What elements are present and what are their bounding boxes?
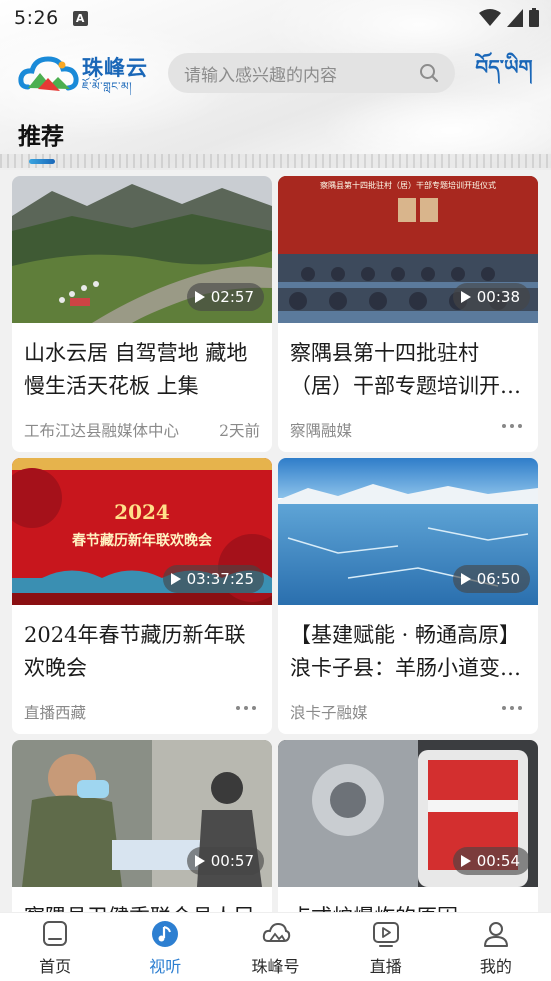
cloud-logo-icon [18, 56, 79, 91]
duration-text: 00:54 [476, 852, 520, 870]
play-icon [170, 573, 181, 585]
video-card[interactable]: 察隅县第十四批驻村（居）干部专题培训开班仪式 00:38 察隅县第十四批驻村（居… [278, 176, 538, 452]
music-note-icon [152, 921, 179, 947]
duration-text: 00:38 [476, 288, 520, 306]
thumbnail-banner-text: 察隅县第十四批驻村（居）干部专题培训开班仪式 [320, 181, 496, 190]
video-duration-badge: 06:50 [452, 565, 530, 593]
video-duration-badge: 02:57 [186, 283, 264, 311]
nav-label-listen: 视听 [149, 957, 182, 976]
decorative-pattern-divider [0, 154, 551, 168]
video-feed[interactable]: 02:57 山水云居 自驾营地 藏地慢生活天花板 上集 工布江达县融媒体中心 2… [0, 170, 551, 912]
live-play-icon [372, 922, 399, 947]
play-icon [194, 291, 205, 303]
video-thumbnail-medical[interactable]: 00:57 [12, 740, 272, 887]
wifi-icon [479, 8, 501, 26]
duration-text: 06:50 [476, 570, 520, 588]
logo-tibetan-text: ཇོ་མོ་གླང་མ། [82, 80, 133, 93]
more-options-icon[interactable] [236, 701, 260, 715]
nav-mine[interactable]: 我的 [441, 913, 551, 981]
status-bar: 5:26 A [0, 0, 551, 36]
section-title-recommend[interactable]: 推荐 [18, 117, 64, 151]
more-options-icon[interactable] [502, 701, 526, 715]
nav-label-live: 直播 [369, 957, 402, 976]
cloud-icon [262, 922, 290, 942]
duration-text: 00:57 [210, 852, 254, 870]
more-options-icon[interactable] [502, 419, 526, 433]
video-thumbnail-festival[interactable]: 2024 春节藏历新年联欢晚会 03:37:25 [12, 458, 272, 605]
video-source: 工布江达县融媒体中心 [24, 422, 180, 440]
duration-text: 03:37:25 [186, 570, 254, 588]
cellular-signal-icon [507, 8, 523, 27]
video-source: 浪卡子融媒 [290, 704, 368, 722]
video-duration-badge: 00:54 [452, 847, 530, 875]
video-source: 直播西藏 [24, 704, 87, 722]
video-meta: 浪卡子融媒 [278, 689, 538, 734]
video-time: 2天前 [219, 422, 260, 440]
search-bar[interactable]: 请输入感兴趣的内容 [168, 53, 455, 93]
video-card[interactable]: 00:57 察隅县卫健委联合县人民医院开展义诊活动 [12, 740, 272, 912]
play-icon [460, 573, 471, 585]
search-icon[interactable] [419, 63, 439, 83]
video-title[interactable]: 察隅县第十四批驻村（居）干部专题培训开班仪式 [278, 323, 538, 407]
poster-event-text: 春节藏历新年联欢晚会 [72, 533, 212, 549]
video-card[interactable]: 02:57 山水云居 自驾营地 藏地慢生活天花板 上集 工布江达县融媒体中心 2… [12, 176, 272, 452]
video-duration-badge: 00:38 [452, 283, 530, 311]
video-card[interactable]: 00:54 点式炉爆炸的原因 [278, 740, 538, 912]
app-logo[interactable]: 珠峰云 ཇོ་མོ་གླང་མ། [18, 50, 158, 100]
play-icon [194, 855, 205, 867]
logo-chinese-text: 珠峰云 [82, 56, 148, 80]
video-duration-badge: 03:37:25 [162, 565, 264, 593]
search-placeholder[interactable]: 请输入感兴趣的内容 [184, 61, 419, 86]
nav-label-home: 首页 [39, 957, 72, 976]
nav-listen[interactable]: 视听 [110, 913, 220, 981]
notification-icon: A [72, 10, 88, 26]
video-card[interactable]: 06:50 【基建赋能 · 畅通高原】浪卡子县：羊肠小道变坦途 浪卡子融媒 [278, 458, 538, 734]
home-icon [43, 921, 68, 946]
video-title[interactable]: 2024年春节藏历新年联欢晚会 [12, 605, 272, 689]
app-header: 5:26 A 珠峰云 ཇོ་མོ་གླང་མ། 请输入感兴趣的内容 བོད་ཡི… [0, 0, 551, 170]
video-meta: 直播西藏 [12, 689, 272, 734]
video-meta: 察隅融媒 [278, 407, 538, 452]
status-time: 5:26 [14, 7, 59, 29]
bottom-navigation: 首页 视听 珠峰号 直播 我的 [0, 912, 551, 981]
nav-zhufeng[interactable]: 珠峰号 [220, 913, 330, 981]
nav-label-mine: 我的 [479, 957, 512, 976]
nav-live[interactable]: 直播 [331, 913, 441, 981]
play-icon [460, 855, 471, 867]
user-icon [483, 922, 508, 947]
video-thumbnail-engine[interactable]: 00:54 [278, 740, 538, 887]
video-title[interactable]: 【基建赋能 · 畅通高原】浪卡子县：羊肠小道变坦途 [278, 605, 538, 689]
video-title[interactable]: 察隅县卫健委联合县人民医院开展义诊活动 [12, 887, 272, 912]
battery-icon [529, 8, 539, 27]
section-title-indicator [29, 159, 55, 164]
video-thumbnail-mountain-river[interactable]: 02:57 [12, 176, 272, 323]
video-card[interactable]: 2024 春节藏历新年联欢晚会 03:37:25 2024年春节藏历新年联欢晚会… [12, 458, 272, 734]
nav-label-zhufeng: 珠峰号 [251, 957, 300, 976]
nav-home[interactable]: 首页 [0, 913, 110, 981]
video-thumbnail-frozen-lake[interactable]: 06:50 [278, 458, 538, 605]
video-source: 察隅融媒 [290, 422, 353, 440]
video-duration-badge: 00:57 [186, 847, 264, 875]
video-thumbnail-conference[interactable]: 察隅县第十四批驻村（居）干部专题培训开班仪式 00:38 [278, 176, 538, 323]
duration-text: 02:57 [210, 288, 254, 306]
play-icon [460, 291, 471, 303]
language-toggle-button[interactable]: བོད་ཡིག [474, 55, 534, 90]
poster-year-text: 2024 [114, 500, 170, 524]
video-title[interactable]: 点式炉爆炸的原因 [278, 887, 538, 912]
video-meta: 工布江达县融媒体中心 2天前 [12, 407, 272, 452]
video-title[interactable]: 山水云居 自驾营地 藏地慢生活天花板 上集 [12, 323, 272, 407]
